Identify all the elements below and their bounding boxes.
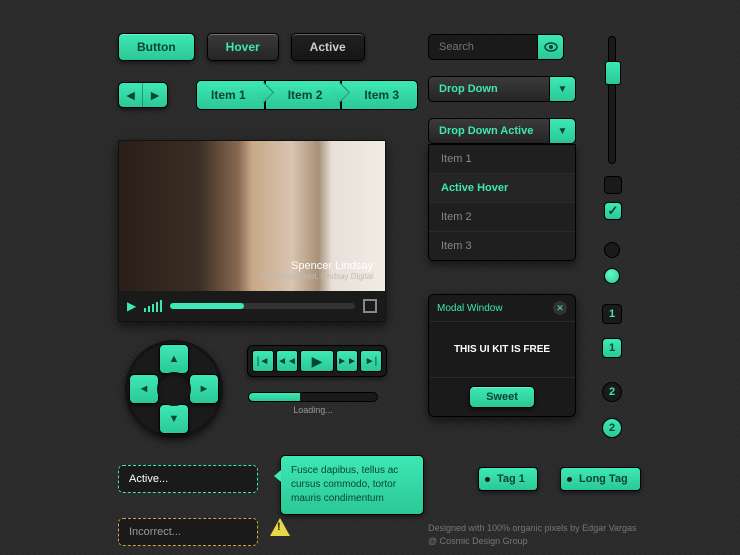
crumb-item[interactable]: Item 2 [265, 80, 342, 110]
chevron-down-icon[interactable]: ▼ [550, 76, 576, 102]
tag[interactable]: Tag 1 [478, 467, 538, 491]
loading-label: Loading... [248, 405, 378, 415]
media-controls: |◄ ◄◄ ▶ ►► ►| [247, 345, 387, 377]
play-icon[interactable]: ▶ [127, 299, 136, 313]
tag[interactable]: Long Tag [560, 467, 641, 491]
warning-icon [270, 518, 290, 536]
dpad-down-icon[interactable]: ▼ [159, 404, 189, 434]
progress-bar[interactable] [170, 303, 355, 309]
close-icon[interactable]: ✕ [553, 301, 567, 315]
d-pad: ▲ ▼ ◄ ► [125, 340, 223, 438]
dpad-center[interactable] [157, 372, 191, 406]
modal-window: Modal Window ✕ THIS UI KIT IS FREE Sweet [428, 294, 576, 417]
search-input[interactable] [428, 34, 538, 60]
breadcrumb: Item 1 Item 2 Item 3 [196, 80, 418, 110]
loading-bar [248, 392, 378, 402]
dropdown-closed[interactable]: Drop Down ▼ [428, 76, 576, 102]
crumb-item[interactable]: Item 3 [341, 80, 418, 110]
radio-checked[interactable] [604, 268, 620, 284]
forward-icon[interactable]: ►► [336, 350, 358, 372]
dropdown-label: Drop Down [428, 76, 550, 102]
tooltip: Fusce dapibus, tellus ac cursus commodo,… [280, 455, 424, 515]
fullscreen-icon[interactable] [363, 299, 377, 313]
search-eye-icon[interactable] [538, 34, 564, 60]
video-caption-sub: Interactive Artist, Lindsay Digital [260, 272, 373, 281]
modal-confirm-button[interactable]: Sweet [469, 386, 535, 408]
chevron-down-icon[interactable]: ▼ [550, 118, 576, 144]
badge-circle-green: 2 [602, 418, 622, 438]
crumb-item[interactable]: Item 1 [196, 80, 265, 110]
arrow-group: ◄ ► [118, 82, 168, 108]
dropdown-label: Drop Down Active [428, 118, 550, 144]
arrow-forward-icon[interactable]: ► [143, 83, 167, 107]
modal-title: Modal Window [437, 303, 503, 314]
badge-green: 1 [602, 338, 622, 358]
credit-text: Designed with 100% organic pixels by Edg… [428, 522, 636, 547]
dpad-right-icon[interactable]: ► [189, 374, 219, 404]
video-player: Spencer Lindsay Interactive Artist, Lind… [118, 140, 386, 322]
arrow-back-icon[interactable]: ◄ [119, 83, 143, 107]
dropdown-list: Item 1 Active Hover Item 2 Item 3 [428, 144, 576, 261]
skip-start-icon[interactable]: |◄ [252, 350, 274, 372]
vertical-slider[interactable] [608, 36, 616, 164]
slider-handle[interactable] [605, 61, 621, 85]
dropdown-item[interactable]: Item 2 [429, 203, 575, 232]
rewind-icon[interactable]: ◄◄ [276, 350, 298, 372]
badge-dark: 1 [602, 304, 622, 324]
input-active[interactable] [118, 465, 258, 493]
dropdown-item[interactable]: Item 3 [429, 232, 575, 260]
video-thumbnail[interactable]: Spencer Lindsay Interactive Artist, Lind… [119, 141, 385, 291]
dropdown-item[interactable]: Active Hover [429, 174, 575, 203]
skip-end-icon[interactable]: ►| [360, 350, 382, 372]
checkbox-unchecked[interactable] [604, 176, 622, 194]
video-caption-name: Spencer Lindsay [291, 260, 373, 272]
modal-body: THIS UI KIT IS FREE [429, 322, 575, 377]
input-incorrect[interactable] [118, 518, 258, 546]
button-hover[interactable]: Hover [207, 33, 279, 61]
checkbox-checked[interactable]: ✓ [604, 202, 622, 220]
play-button-icon[interactable]: ▶ [300, 350, 334, 372]
button-default[interactable]: Button [118, 33, 195, 61]
dropdown-item[interactable]: Item 1 [429, 145, 575, 174]
button-active[interactable]: Active [291, 33, 365, 61]
dpad-left-icon[interactable]: ◄ [129, 374, 159, 404]
radio-unchecked[interactable] [604, 242, 620, 258]
volume-icon[interactable] [144, 300, 162, 312]
dropdown-active[interactable]: Drop Down Active ▼ [428, 118, 576, 144]
dpad-up-icon[interactable]: ▲ [159, 344, 189, 374]
badge-circle-dark: 2 [602, 382, 622, 402]
